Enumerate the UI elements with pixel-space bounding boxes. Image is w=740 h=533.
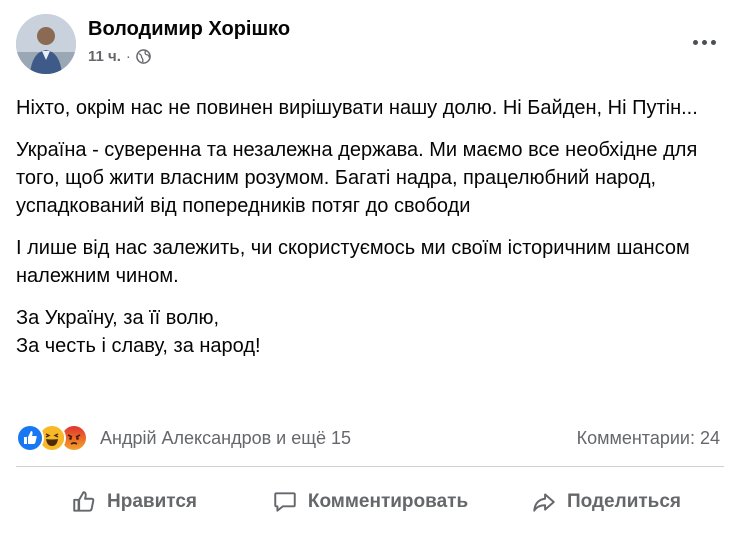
post-paragraph: Ніхто, окрім нас не повинен вирішувати н… <box>16 97 698 119</box>
like-icon <box>16 424 44 452</box>
globe-icon <box>136 49 151 64</box>
reactors-link[interactable]: Андрій Александров и ещё 15 <box>100 428 351 449</box>
post-meta: 11 ч. · <box>88 48 151 65</box>
post-time[interactable]: 11 ч. <box>88 48 121 65</box>
share-button[interactable]: Поделиться <box>488 480 724 524</box>
like-label: Нравится <box>107 491 197 512</box>
post-paragraph: І лише від нас залежить, чи скористуємос… <box>16 237 690 287</box>
post-body: Ніхто, окрім нас не повинен вирішувати н… <box>16 94 716 374</box>
comments-count-link[interactable]: Комментарии: 24 <box>577 428 720 449</box>
comment-button[interactable]: Комментировать <box>252 480 488 524</box>
reactions-bar: Андрій Александров и ещё 15 Комментарии:… <box>16 422 720 454</box>
share-label: Поделиться <box>566 491 682 512</box>
post-paragraph: Україна - суверенна та незалежна держава… <box>16 139 698 217</box>
comment-label: Комментировать <box>307 491 469 512</box>
comment-icon <box>274 492 296 512</box>
author-name[interactable]: Володимир Хорішко <box>88 18 290 41</box>
divider <box>16 466 724 467</box>
reaction-icons[interactable] <box>16 424 88 452</box>
author-avatar[interactable] <box>16 14 76 74</box>
like-button[interactable]: Нравится <box>16 480 252 524</box>
thumbs-up-icon <box>73 491 95 512</box>
share-icon <box>533 493 555 512</box>
post-header: Володимир Хорішко 11 ч. · <box>16 14 724 76</box>
more-dot <box>701 39 707 45</box>
post-paragraph: За Україну, за її волю, За честь і славу… <box>16 307 261 357</box>
meta-separator: · <box>125 48 131 65</box>
facebook-post: Володимир Хорішко 11 ч. · Ніхто, окрім н… <box>0 0 740 533</box>
action-bar: Нравится Комментировать Поделиться <box>16 478 724 526</box>
more-dot <box>710 39 716 45</box>
more-dot <box>692 39 698 45</box>
more-options-button[interactable] <box>686 30 722 54</box>
